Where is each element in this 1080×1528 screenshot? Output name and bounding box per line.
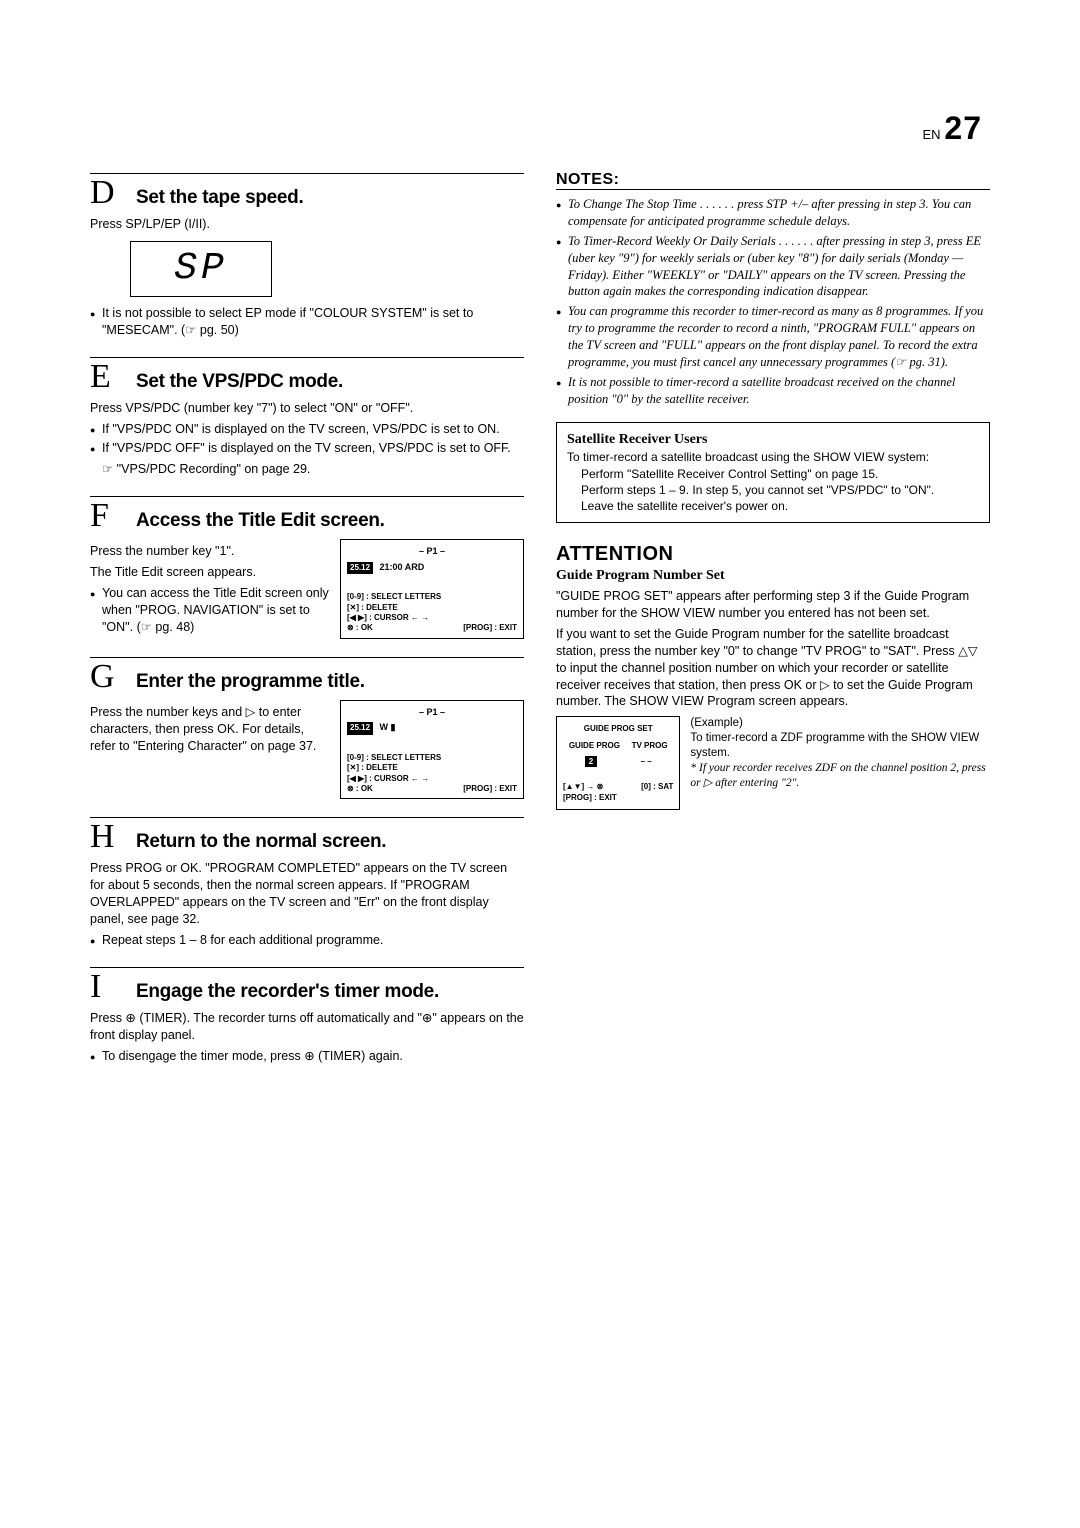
guide-value: 2 (585, 756, 597, 767)
legend-line: [✕] : DELETE (347, 603, 517, 613)
legend-exit: [PROG] : EXIT (463, 623, 517, 633)
step-title: Engage the recorder's timer mode. (136, 981, 439, 1003)
attention-heading: ATTENTION (556, 543, 990, 566)
instruction-text: Press the number key "1". (90, 543, 330, 560)
legend-ok: ⊗ : OK (347, 623, 373, 633)
left-column: D Set the tape speed. Press SP/LP/EP (I/… (90, 171, 524, 1082)
screen-time: 21:00 ARD (380, 562, 425, 572)
note-item: It is not possible to timer-record a sat… (556, 374, 990, 408)
step-e: E Set the VPS/PDC mode. Press VPS/PDC (n… (90, 357, 524, 479)
legend-line: [◀ ▶] : CURSOR ← → (347, 774, 517, 784)
guide-title: GUIDE PROG SET (563, 723, 673, 734)
instruction-text: Press ⊕ (TIMER). The recorder turns off … (90, 1010, 524, 1044)
instruction-text: Press SP/LP/EP (I/II). (90, 216, 524, 233)
note-text: To disengage the timer mode, press ⊕ (TI… (90, 1048, 524, 1065)
legend-line: [◀ ▶] : CURSOR ← → (347, 613, 517, 623)
example-lead: (Example) (690, 716, 990, 731)
title-edit-screen: – P1 – 25.12 21:00 ARD [0-9] : SELECT LE… (340, 539, 524, 639)
step-g: G Enter the programme title. Press the n… (90, 657, 524, 800)
sat-step: Leave the satellite receiver's power on. (567, 498, 979, 514)
step-title: Access the Title Edit screen. (136, 510, 385, 532)
notes-heading: NOTES: (556, 171, 990, 190)
note-text: It is not possible to select EP mode if … (90, 305, 524, 339)
step-letter: H (90, 820, 136, 854)
title-entry-screen: – P1 – 25.12 W ▮ [0-9] : SELECT LETTERS … (340, 700, 524, 800)
legend-line: [0-9] : SELECT LETTERS (347, 592, 517, 602)
sat-step: Perform "Satellite Receiver Control Sett… (567, 466, 979, 482)
screen-date: 25.12 (347, 722, 373, 734)
page-number-value: 27 (944, 110, 982, 146)
step-letter: E (90, 360, 136, 394)
step-i: I Engage the recorder's timer mode. Pres… (90, 967, 524, 1065)
step-title: Set the VPS/PDC mode. (136, 371, 343, 393)
step-letter: F (90, 499, 136, 533)
legend-exit: [PROG] : EXIT (463, 784, 517, 794)
legend-line: [✕] : DELETE (347, 763, 517, 773)
step-letter: D (90, 176, 136, 210)
reference-text: ☞ "VPS/PDC Recording" on page 29. (90, 461, 524, 478)
example-text: To timer-record a ZDF programme with the… (690, 731, 990, 761)
guide-prog-screen: GUIDE PROG SET GUIDE PROG TV PROG 2 – – … (556, 716, 680, 810)
step-h: H Return to the normal screen. Press PRO… (90, 817, 524, 948)
satellite-receiver-box: Satellite Receiver Users To timer-record… (556, 422, 990, 524)
step-title: Set the tape speed. (136, 187, 303, 209)
instruction-text: Press the number keys and ▷ to enter cha… (90, 704, 330, 755)
page-prefix: EN (922, 127, 940, 142)
attention-subheading: Guide Program Number Set (556, 568, 990, 584)
sat-title: Satellite Receiver Users (567, 431, 979, 450)
guide-legend: [▲▼] → ⊗ (563, 781, 603, 792)
note-item: You can programme this recorder to timer… (556, 303, 990, 371)
note-text: If "VPS/PDC ON" is displayed on the TV s… (90, 421, 524, 438)
step-letter: G (90, 660, 136, 694)
screen-date: 25.12 (347, 562, 373, 574)
note-item: To Timer-Record Weekly Or Daily Serials … (556, 233, 990, 301)
guide-value: – – (641, 756, 652, 767)
step-f: F Access the Title Edit screen. Press th… (90, 496, 524, 639)
guide-col-label: GUIDE PROG (569, 740, 620, 751)
sat-step: Perform steps 1 – 9. In step 5, you cann… (567, 482, 979, 498)
guide-legend: [PROG] : EXIT (563, 792, 673, 803)
instruction-text: Press PROG or OK. "PROGRAM COMPLETED" ap… (90, 860, 524, 928)
note-item: To Change The Stop Time . . . . . . pres… (556, 196, 990, 230)
note-text: You can access the Title Edit screen onl… (90, 585, 330, 636)
screen-header: – P1 – (347, 707, 517, 719)
attention-text: "GUIDE PROG SET" appears after performin… (556, 588, 990, 622)
step-letter: I (90, 970, 136, 1004)
guide-col-label: TV PROG (632, 740, 668, 751)
note-text: Repeat steps 1 – 8 for each additional p… (90, 932, 524, 949)
screen-entry: W ▮ (380, 722, 396, 732)
note-text: If "VPS/PDC OFF" is displayed on the TV … (90, 440, 524, 457)
attention-text: If you want to set the Guide Program num… (556, 626, 990, 710)
tape-speed-display: SP (130, 241, 272, 297)
page-number: EN 27 (90, 110, 990, 147)
step-title: Enter the programme title. (136, 671, 365, 693)
guide-legend: [0] : SAT (641, 781, 673, 792)
sat-text: To timer-record a satellite broadcast us… (567, 449, 979, 465)
right-column: NOTES: To Change The Stop Time . . . . .… (556, 171, 990, 1082)
screen-header: – P1 – (347, 546, 517, 558)
legend-line: [0-9] : SELECT LETTERS (347, 753, 517, 763)
instruction-text: The Title Edit screen appears. (90, 564, 330, 581)
instruction-text: Press VPS/PDC (number key "7") to select… (90, 400, 524, 417)
step-title: Return to the normal screen. (136, 831, 386, 853)
step-d: D Set the tape speed. Press SP/LP/EP (I/… (90, 173, 524, 339)
legend-ok: ⊗ : OK (347, 784, 373, 794)
example-note: * If your recorder receives ZDF on the c… (690, 761, 990, 791)
